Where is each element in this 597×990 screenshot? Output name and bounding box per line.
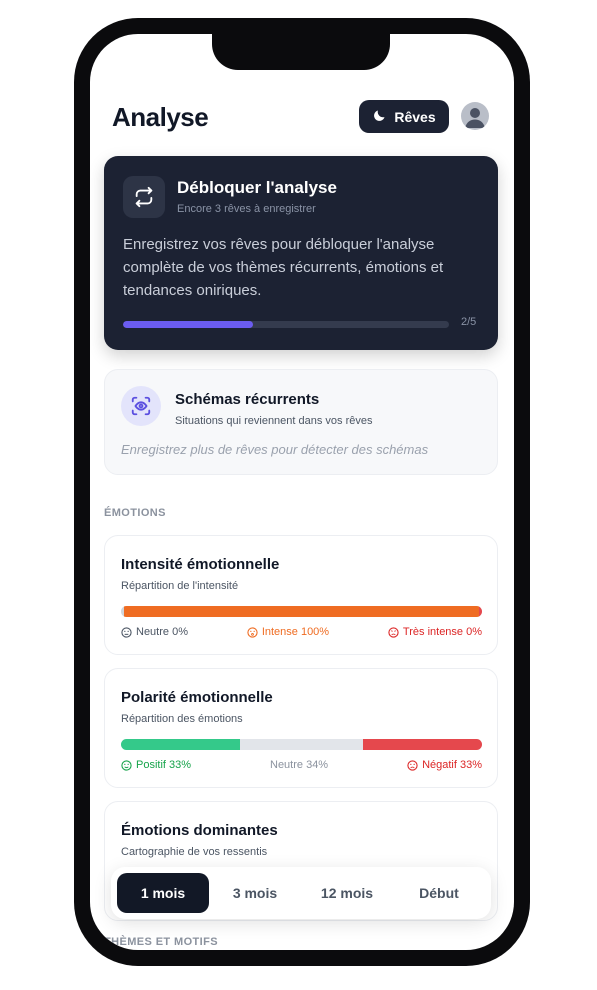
- themes-section-label: THÈMES ET MOTIFS: [104, 936, 218, 948]
- polarity-title: Polarité émotionnelle: [121, 689, 273, 706]
- legend-positive-label: Positif 33%: [136, 759, 192, 771]
- range-option-start[interactable]: Début: [393, 873, 485, 913]
- patterns-subtitle: Situations qui reviennent dans vos rêves: [175, 415, 373, 427]
- time-range-selector: 1 mois 3 mois 12 mois Début: [111, 867, 491, 919]
- reves-button-label: Rêves: [394, 108, 436, 125]
- dominant-title: Émotions dominantes: [121, 822, 278, 839]
- range-option-12-months[interactable]: 12 mois: [301, 873, 393, 913]
- intensity-title: Intensité émotionnelle: [121, 556, 280, 573]
- moon-icon: [372, 108, 387, 126]
- range-option-1-month[interactable]: 1 mois: [117, 873, 209, 913]
- legend-intense: Intense 100%: [247, 626, 329, 638]
- range-option-3-months[interactable]: 3 mois: [209, 873, 301, 913]
- legend-neutral-polarity: Neutre 34%: [270, 759, 328, 771]
- bar-segment-1: [240, 739, 363, 750]
- reves-button[interactable]: Rêves: [359, 100, 449, 133]
- eye-scan-icon: [121, 386, 161, 426]
- bar-segment-1: [124, 606, 479, 617]
- bar-segment-2: [479, 606, 482, 617]
- emotional-polarity-card[interactable]: Polarité émotionnelle Répartition des ém…: [104, 668, 498, 788]
- neutral-face-icon: [121, 626, 132, 638]
- polarity-subtitle: Répartition des émotions: [121, 713, 243, 725]
- intensity-legend: Neutre 0% Intense 100% Très intense 0%: [121, 626, 482, 638]
- legend-intense-label: Intense 100%: [261, 626, 330, 638]
- refresh-icon: [123, 176, 165, 218]
- unlock-description: Enregistrez vos rêves pour débloquer l'a…: [123, 236, 444, 299]
- app-screen: Analyse Rêves Débloquer l'analyse Encore…: [90, 34, 514, 950]
- recurring-patterns-card[interactable]: Schémas récurrents Situations qui revien…: [104, 369, 498, 475]
- legend-very-intense-label: Très intense 0%: [402, 626, 482, 638]
- legend-very-intense: Très intense 0%: [388, 626, 482, 638]
- legend-neutral-label: Neutre 0%: [136, 626, 188, 638]
- unlock-subtitle: Encore 3 rêves à enregistrer: [177, 203, 316, 215]
- unlock-progress-fill: [123, 321, 254, 328]
- legend-neutral-polarity-label: Neutre 34%: [270, 759, 329, 771]
- emotional-intensity-card[interactable]: Intensité émotionnelle Répartition de l'…: [104, 535, 498, 655]
- unlock-progress-label: 2/5: [461, 316, 477, 328]
- page-title: Analyse: [112, 102, 209, 132]
- unlock-analysis-card[interactable]: Débloquer l'analyse Encore 3 rêves à enr…: [104, 156, 498, 350]
- patterns-empty-message: Enregistrez plus de rêves pour détecter …: [121, 442, 429, 457]
- smile-face-icon: [121, 759, 132, 771]
- phone-notch: [212, 18, 390, 70]
- unlock-title: Débloquer l'analyse: [177, 178, 337, 197]
- legend-positive: Positif 33%: [121, 759, 191, 771]
- patterns-title: Schémas récurrents: [175, 391, 320, 408]
- legend-negative-label: Négatif 33%: [422, 759, 482, 771]
- unlock-progress-bar: [123, 321, 449, 328]
- polarity-bar: [121, 739, 482, 750]
- intensity-bar: [121, 606, 482, 617]
- user-avatar-icon[interactable]: [461, 102, 489, 130]
- surprised-face-icon: [247, 626, 258, 638]
- intensity-subtitle: Répartition de l'intensité: [121, 580, 239, 592]
- dominant-subtitle: Cartographie de vos ressentis: [121, 846, 268, 858]
- emotions-section-label: ÉMOTIONS: [104, 507, 166, 519]
- polarity-legend: Positif 33% Neutre 34% Négatif 33%: [121, 759, 482, 771]
- legend-negative: Négatif 33%: [407, 759, 482, 771]
- bar-segment-0: [121, 739, 241, 750]
- angry-face-icon: [388, 626, 399, 638]
- legend-neutral: Neutre 0%: [121, 626, 188, 638]
- sad-face-icon: [407, 759, 418, 771]
- bar-segment-2: [362, 739, 482, 750]
